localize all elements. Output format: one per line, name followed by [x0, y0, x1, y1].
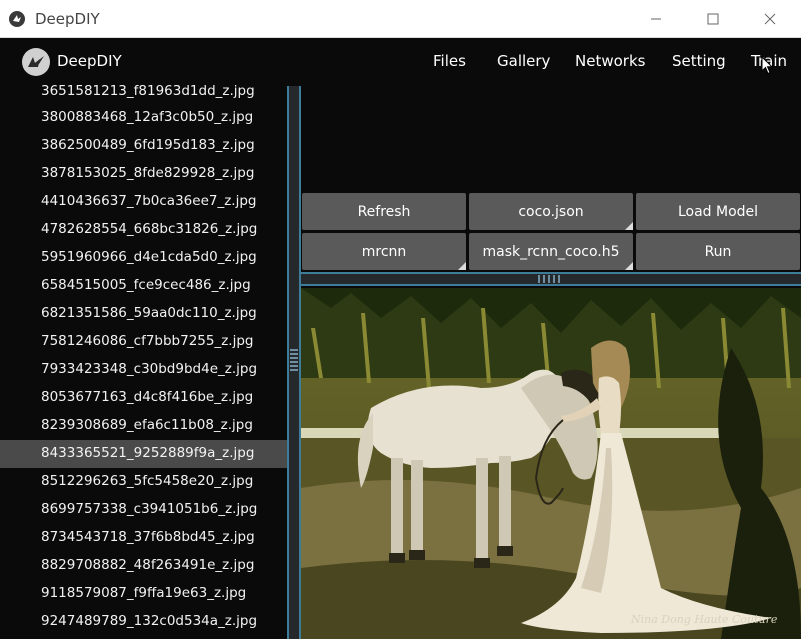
menu-bar: DeepDIY Files Gallery Networks Setting T… — [0, 38, 801, 86]
close-button[interactable] — [741, 0, 799, 38]
minimize-button[interactable] — [627, 0, 685, 38]
file-list-item[interactable]: 3862500489_6fd195d183_z.jpg — [0, 132, 287, 160]
config-file-label: coco.json — [518, 203, 584, 220]
config-file-dropdown[interactable]: coco.json — [469, 193, 633, 230]
dropdown-corner-icon — [625, 262, 633, 270]
app-window: DeepDIY DeepDIY Files Gallery Networks S… — [0, 0, 801, 639]
title-bar: DeepDIY — [0, 0, 801, 38]
horizontal-splitter-grip-icon[interactable] — [538, 275, 564, 283]
mouse-cursor-icon — [761, 56, 773, 75]
file-list-item[interactable]: 3651581213_f81963d1dd_z.jpg — [0, 80, 287, 104]
file-list-item[interactable]: 8829708882_48f263491e_z.jpg — [0, 552, 287, 580]
load-model-label: Load Model — [677, 203, 759, 220]
file-list-item[interactable]: 6821351586_59aa0dc110_z.jpg — [0, 300, 287, 328]
file-list-item[interactable]: 4410436637_7b0ca36ee7_z.jpg — [0, 188, 287, 216]
file-list-item[interactable]: 6584515005_fce9cec486_z.jpg — [0, 272, 287, 300]
maximize-button[interactable] — [684, 0, 742, 38]
file-list-item[interactable]: 8053677163_d4c8f416be_z.jpg — [0, 384, 287, 412]
menu-files[interactable]: Files — [433, 52, 466, 70]
run-button-label: Run — [704, 243, 732, 260]
file-list-item[interactable]: 3878153025_8fde829928_z.jpg — [0, 160, 287, 188]
load-model-button[interactable]: Load Model — [636, 193, 800, 230]
photo-watermark: Nina Dong Haute Couture — [630, 613, 778, 626]
kivy-logo-icon — [28, 56, 44, 67]
file-list-item[interactable]: 9247489789_132c0d534a_z.jpg — [0, 608, 287, 636]
maximize-icon — [707, 13, 719, 25]
network-dropdown[interactable]: mrcnn — [302, 233, 466, 270]
preview-photo: Nina Dong Haute Couture — [301, 288, 801, 639]
window-title: DeepDIY — [35, 10, 100, 28]
run-button[interactable]: Run — [636, 233, 800, 270]
close-icon — [764, 13, 776, 25]
file-list-item[interactable]: 3800883468_12af3c0b50_z.jpg — [0, 104, 287, 132]
dropdown-corner-icon — [458, 262, 466, 270]
file-list[interactable]: 3651581213_f81963d1dd_z.jpg 3800883468_12… — [0, 80, 287, 639]
file-list-item[interactable]: 4782628554_668bc31826_z.jpg — [0, 216, 287, 244]
minimize-icon — [651, 18, 661, 20]
refresh-button[interactable]: Refresh — [302, 193, 466, 230]
weights-file-dropdown[interactable]: mask_rcnn_coco.h5 — [469, 233, 633, 270]
file-list-item[interactable]: 7581246086_cf7bbb7255_z.jpg — [0, 328, 287, 356]
file-list-item[interactable]: 5951960966_d4e1cda5d0_z.jpg — [0, 244, 287, 272]
file-list-item[interactable]: 9118579087_f9ffa19e63_z.jpg — [0, 580, 287, 608]
file-list-item[interactable]: 8512296263_5fc5458e20_z.jpg — [0, 468, 287, 496]
file-list-item[interactable]: 8239308689_efa6c11b08_z.jpg — [0, 412, 287, 440]
network-label: mrcnn — [361, 243, 407, 260]
weights-file-label: mask_rcnn_coco.h5 — [482, 243, 620, 260]
top-empty-panel — [301, 86, 801, 191]
menu-setting[interactable]: Setting — [672, 52, 726, 70]
brand-logo — [22, 48, 50, 76]
file-list-item[interactable]: 8734543718_37f6b8bd45_z.jpg — [0, 524, 287, 552]
file-list-item[interactable]: 8433365521_9252889f9a_z.jpg — [0, 440, 287, 468]
dropdown-corner-icon — [625, 222, 633, 230]
kivy-app-icon — [9, 11, 25, 27]
image-preview: Nina Dong Haute Couture — [301, 288, 801, 639]
menu-gallery[interactable]: Gallery — [497, 52, 550, 70]
vertical-splitter-grip-icon[interactable] — [289, 347, 299, 375]
file-list-item[interactable]: 8699757338_c3941051b6_z.jpg — [0, 496, 287, 524]
file-list-item[interactable]: 7933423348_c30bd9bd4e_z.jpg — [0, 356, 287, 384]
brand-title: DeepDIY — [57, 52, 122, 70]
menu-networks[interactable]: Networks — [575, 52, 645, 70]
refresh-button-label: Refresh — [357, 203, 411, 220]
